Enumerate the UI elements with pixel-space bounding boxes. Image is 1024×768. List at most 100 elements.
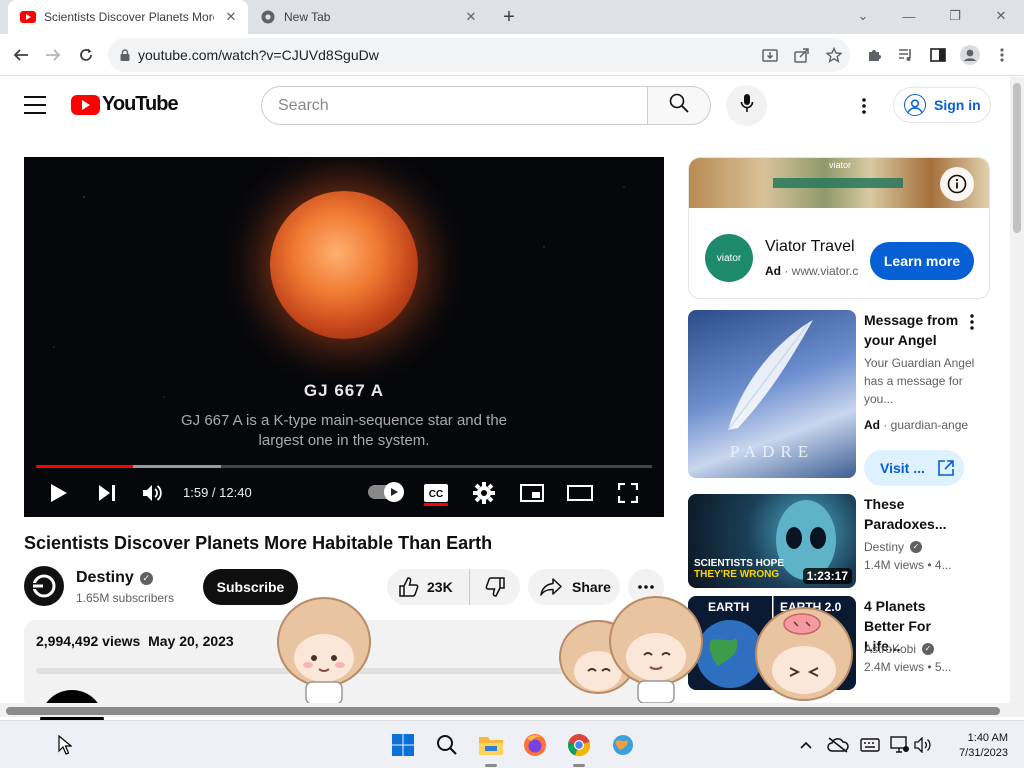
guide-menu-icon[interactable] xyxy=(24,96,46,114)
chrome-button[interactable] xyxy=(565,731,593,759)
recommendation-description: Your Guardian Angel has a message for yo… xyxy=(864,356,975,406)
recommendation-item[interactable]: SCIENTISTS HOPE THEY'RE WRONG 1:23:17 Th… xyxy=(688,494,990,588)
channel-name-text: Destiny xyxy=(76,569,134,586)
next-button[interactable] xyxy=(94,479,120,507)
channel-name-text: Destiny xyxy=(864,540,905,554)
play-icon xyxy=(51,484,67,502)
thumbnail-text: SCIENTISTS HOPE THEY'RE WRONG xyxy=(694,558,784,580)
upload-age: 4... xyxy=(934,558,952,572)
ad-card[interactable]: viator viator Viator Travel Ad · www.via… xyxy=(688,157,990,299)
youtube-favicon-icon xyxy=(20,9,36,25)
sign-in-button[interactable]: Sign in xyxy=(893,87,991,123)
weather-app-button[interactable] xyxy=(609,731,637,759)
info-icon xyxy=(947,174,967,194)
play-button[interactable] xyxy=(46,479,72,507)
horizontal-scrollbar[interactable] xyxy=(0,703,1024,717)
back-icon[interactable] xyxy=(8,42,34,68)
recommendation-thumbnail[interactable]: PADRE xyxy=(688,310,856,478)
system-clock[interactable]: 1:40 AM 7/31/2023 xyxy=(948,731,1008,761)
search-icon xyxy=(669,93,689,118)
learn-more-button[interactable]: Learn more xyxy=(870,242,974,280)
ad-advertiser-name[interactable]: Viator Travel xyxy=(765,238,855,256)
recommendation-thumbnail[interactable]: SCIENTISTS HOPE THEY'RE WRONG 1:23:17 xyxy=(688,494,856,588)
miniplayer-icon xyxy=(520,484,544,502)
settings-menu-icon[interactable] xyxy=(852,94,876,118)
voice-search-button[interactable] xyxy=(726,85,767,126)
show-hidden-icons-button[interactable] xyxy=(792,731,820,759)
bookmark-star-icon[interactable] xyxy=(822,43,846,67)
video-overlay-title: GJ 667 A xyxy=(303,381,385,400)
install-icon[interactable] xyxy=(758,43,782,67)
share-page-icon[interactable] xyxy=(790,43,814,67)
recommendation-item[interactable]: PADRE Message from your Angel Your Guard… xyxy=(688,310,990,486)
search-input[interactable] xyxy=(278,96,648,115)
ad-meta: Ad · www.viator.com xyxy=(765,264,859,278)
new-tab-button[interactable]: + xyxy=(498,6,520,28)
more-options-icon[interactable] xyxy=(970,314,974,335)
tab-new-tab[interactable]: New Tab ✕ xyxy=(248,0,488,34)
chevron-up-icon xyxy=(800,741,812,749)
tab-title: New Tab xyxy=(284,10,331,24)
youtube-logo[interactable]: YouTube xyxy=(71,93,179,116)
ad-label: Ad xyxy=(864,418,880,432)
search-button[interactable] xyxy=(647,86,711,125)
minimize-icon[interactable]: — xyxy=(894,4,924,28)
restore-icon[interactable]: ❐ xyxy=(940,4,970,28)
close-window-icon[interactable]: ✕ xyxy=(986,4,1016,28)
ad-label: Ad xyxy=(765,264,781,278)
file-explorer-button[interactable] xyxy=(477,731,505,759)
fullscreen-button[interactable] xyxy=(614,479,642,507)
reload-icon[interactable] xyxy=(73,42,99,68)
close-tab-icon[interactable]: ✕ xyxy=(462,8,480,26)
address-bar[interactable]: youtube.com/watch?v=CJUVd8SguDw xyxy=(108,38,850,72)
start-button[interactable] xyxy=(389,731,417,759)
settings-button[interactable] xyxy=(470,479,498,507)
like-button[interactable]: 23K xyxy=(387,569,470,605)
tab-youtube[interactable]: Scientists Discover Planets More ✕ xyxy=(8,0,248,34)
autoplay-toggle[interactable] xyxy=(368,482,404,502)
keyboard-button[interactable] xyxy=(856,731,884,759)
taskbar-search-button[interactable] xyxy=(433,731,461,759)
folder-icon xyxy=(479,737,503,755)
chrome-favicon-icon xyxy=(260,9,276,25)
dislike-button[interactable] xyxy=(470,569,520,605)
ad-info-button[interactable] xyxy=(940,167,974,201)
video-player[interactable]: GJ 667 A GJ 667 A is a K-type main-seque… xyxy=(24,157,664,517)
video-duration: 1:23:17 xyxy=(802,568,852,584)
forward-icon[interactable] xyxy=(40,42,66,68)
recommendation-title[interactable]: Message from your Angel xyxy=(864,310,968,350)
vertical-scrollbar[interactable] xyxy=(1010,77,1024,703)
view-count-and-date: 2,994,492 views May 20, 2023 xyxy=(36,633,234,649)
chrome-menu-icon[interactable] xyxy=(990,43,1014,67)
onedrive-button[interactable] xyxy=(824,731,852,759)
microphone-icon xyxy=(740,93,754,118)
recommendation-stats: 2.4M views • 5... xyxy=(864,660,952,674)
volume-button[interactable] xyxy=(910,731,938,759)
tab-search-icon[interactable]: ⌄ xyxy=(848,4,878,28)
recommendation-title[interactable]: These Paradoxes... xyxy=(864,494,968,534)
media-control-icon[interactable] xyxy=(894,43,918,67)
vertical-scroll-thumb[interactable] xyxy=(1013,83,1021,233)
close-tab-icon[interactable]: ✕ xyxy=(222,8,240,26)
firefox-button[interactable] xyxy=(521,731,549,759)
recommendation-channel[interactable]: Destiny ✓ xyxy=(864,538,976,556)
tab-title: Scientists Discover Planets More xyxy=(44,10,214,24)
channel-name[interactable]: Destiny ✓ xyxy=(76,569,153,587)
theater-mode-button[interactable] xyxy=(566,479,594,507)
channel-avatar[interactable] xyxy=(24,566,64,606)
progress-played xyxy=(36,465,133,468)
running-indicator xyxy=(485,764,497,767)
progress-bar[interactable] xyxy=(36,465,652,468)
mute-button[interactable] xyxy=(140,479,166,507)
thumbnail-text: PADRE xyxy=(729,442,815,461)
extensions-icon[interactable] xyxy=(862,43,886,67)
upload-date: May 20, 2023 xyxy=(148,633,234,649)
ad-advertiser-logo[interactable]: viator xyxy=(705,234,753,282)
profile-icon[interactable] xyxy=(958,43,982,67)
horizontal-scroll-thumb[interactable] xyxy=(6,707,1000,715)
miniplayer-button[interactable] xyxy=(518,479,546,507)
search-box[interactable] xyxy=(261,86,649,125)
visit-button[interactable]: Visit ... xyxy=(864,450,964,486)
side-panel-icon[interactable] xyxy=(926,43,950,67)
recommendation-channel[interactable]: AstroKobi ✓ xyxy=(864,640,976,658)
